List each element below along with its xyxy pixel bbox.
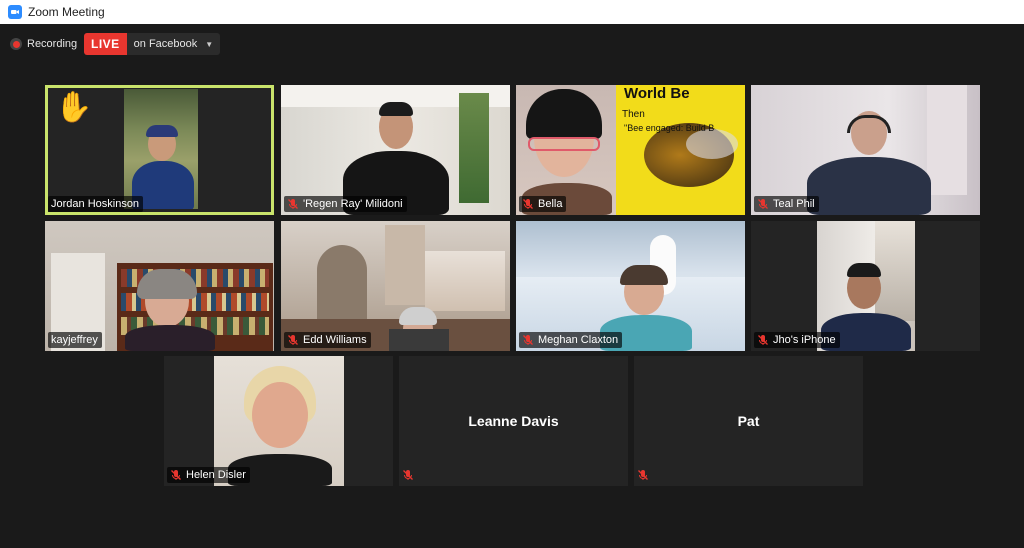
muted-mic-icon: [287, 198, 299, 210]
participant-name: Jordan Hoskinson: [51, 198, 140, 210]
meeting-area: Recording LIVE on Facebook ▼ ✋ Jordan Ho…: [0, 24, 1024, 548]
background-text: Then: [622, 109, 645, 120]
participant-name-tag: kayjeffrey: [48, 332, 102, 348]
participant-name: Bella: [538, 198, 563, 210]
muted-mic-icon: [402, 469, 414, 481]
background-text: "Bee engaged: Build B: [624, 123, 715, 133]
participant-name-tag: Helen Disler: [167, 467, 250, 483]
participant-tile-leanne-davis[interactable]: Leanne Davis: [399, 356, 628, 486]
participant-name-tag: Jordan Hoskinson: [48, 196, 144, 212]
muted-mic-icon: [170, 469, 182, 481]
participant-name: Edd Williams: [303, 334, 367, 346]
participant-name-tag: Jho's iPhone: [754, 332, 840, 348]
participant-tile-bella[interactable]: World Be Then "Bee engaged: Build B Bell…: [516, 85, 745, 215]
participant-name: kayjeffrey: [51, 334, 98, 346]
muted-mic-icon: [757, 334, 769, 346]
participant-name-tag: Edd Williams: [284, 332, 371, 348]
participant-name-tag: Bella: [519, 196, 567, 212]
participant-tile-helen-disler[interactable]: Helen Disler: [164, 356, 393, 486]
participant-name: Teal Phil: [773, 198, 815, 210]
recording-indicator[interactable]: Recording: [10, 38, 77, 50]
muted-mic-icon: [637, 469, 649, 481]
muted-mic-icon: [287, 334, 299, 346]
participant-tile-meghan-claxton[interactable]: Meghan Claxton: [516, 221, 745, 351]
participant-name-tag: [637, 467, 653, 483]
participant-name-tag: 'Regen Ray' Milidoni: [284, 196, 407, 212]
live-destination-label: on Facebook: [133, 38, 198, 50]
participant-name: Meghan Claxton: [538, 334, 619, 346]
caret-down-icon: ▼: [205, 39, 214, 49]
participant-tile-regen-ray-milidoni[interactable]: 'Regen Ray' Milidoni: [281, 85, 510, 215]
participant-tile-edd-williams[interactable]: Edd Williams: [281, 221, 510, 351]
participant-name: 'Regen Ray' Milidoni: [303, 198, 403, 210]
muted-mic-icon: [757, 198, 769, 210]
window-title: Zoom Meeting: [28, 5, 105, 19]
participant-name-tag: Meghan Claxton: [519, 332, 623, 348]
participant-display-name: Leanne Davis: [468, 413, 559, 429]
zoom-logo-icon: [8, 5, 22, 19]
participant-tile-teal-phil[interactable]: Teal Phil: [751, 85, 980, 215]
participant-name: Jho's iPhone: [773, 334, 836, 346]
participant-name-tag: Teal Phil: [754, 196, 819, 212]
muted-mic-icon: [522, 198, 534, 210]
live-destination-dropdown[interactable]: on Facebook ▼: [126, 33, 221, 55]
recording-label: Recording: [27, 38, 78, 50]
participant-tile-kayjeffrey[interactable]: kayjeffrey: [45, 221, 274, 351]
raised-hand-icon: ✋: [55, 91, 93, 124]
participant-display-name: Pat: [737, 413, 760, 429]
live-badge: LIVE: [84, 33, 127, 55]
participant-name: Helen Disler: [186, 469, 246, 481]
live-stream-control[interactable]: LIVE on Facebook ▼: [84, 33, 221, 55]
participant-tile-jordan-hoskinson[interactable]: ✋ Jordan Hoskinson: [45, 85, 274, 215]
recording-icon: [10, 38, 22, 50]
participant-name-tag: [402, 467, 418, 483]
title-bar: Zoom Meeting: [0, 0, 1024, 24]
participant-video: [124, 89, 198, 209]
muted-mic-icon: [522, 334, 534, 346]
participant-tile-pat[interactable]: Pat: [634, 356, 863, 486]
background-text: World Be: [624, 85, 690, 102]
participant-tile-jhos-iphone[interactable]: Jho's iPhone: [751, 221, 980, 351]
